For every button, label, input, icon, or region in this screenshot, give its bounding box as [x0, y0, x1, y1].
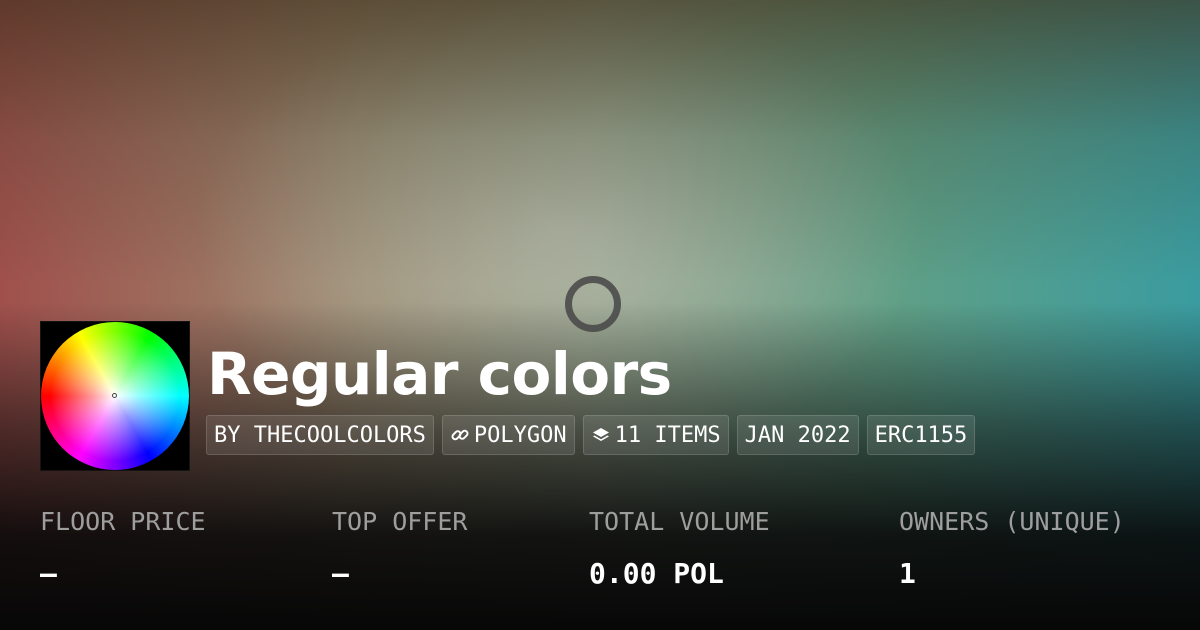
stat-label: OWNERS (UNIQUE): [899, 507, 1125, 536]
stat-value: 0.00 POL: [589, 557, 724, 590]
color-picker-dot: [112, 393, 117, 398]
tag-date-label: JAN 2022: [744, 422, 851, 448]
tag-creator[interactable]: BY THECOOLCOLORS: [206, 415, 434, 455]
link-icon: [450, 425, 470, 445]
tag-chain-label: POLYGON: [473, 422, 567, 448]
tag-chain[interactable]: POLYGON: [441, 415, 575, 455]
collection-tags: BY THECOOLCOLORS POLYGON 11 ITEMS JAN 20…: [206, 415, 976, 455]
stat-label: TOTAL VOLUME: [589, 507, 770, 536]
collection-card: Regular colors BY THECOOLCOLORS POLYGON …: [0, 0, 1200, 630]
tag-items-label: 11 ITEMS: [614, 422, 721, 448]
stat-label: FLOOR PRICE: [40, 507, 206, 536]
tag-items[interactable]: 11 ITEMS: [582, 415, 729, 455]
tag-creator-label: BY THECOOLCOLORS: [214, 422, 426, 448]
tag-standard-label: ERC1155: [874, 422, 968, 448]
tag-standard: ERC1155: [866, 415, 976, 455]
tag-date: JAN 2022: [736, 415, 859, 455]
loading-spinner-icon: [565, 276, 621, 332]
stat-value: –: [332, 557, 349, 590]
collection-title: Regular colors: [207, 340, 672, 408]
stat-value: 1: [899, 557, 916, 590]
stat-value: –: [40, 557, 57, 590]
stat-floor-price: FLOOR PRICE –: [40, 506, 206, 590]
stat-top-offer: TOP OFFER –: [332, 506, 467, 590]
collection-logo[interactable]: [40, 321, 190, 471]
layers-icon: [591, 425, 611, 445]
stat-label: TOP OFFER: [332, 507, 468, 536]
stat-total-volume: TOTAL VOLUME 0.00 POL: [589, 506, 770, 590]
stat-owners: OWNERS (UNIQUE) 1: [899, 506, 1125, 590]
color-wheel-icon: [41, 322, 189, 470]
